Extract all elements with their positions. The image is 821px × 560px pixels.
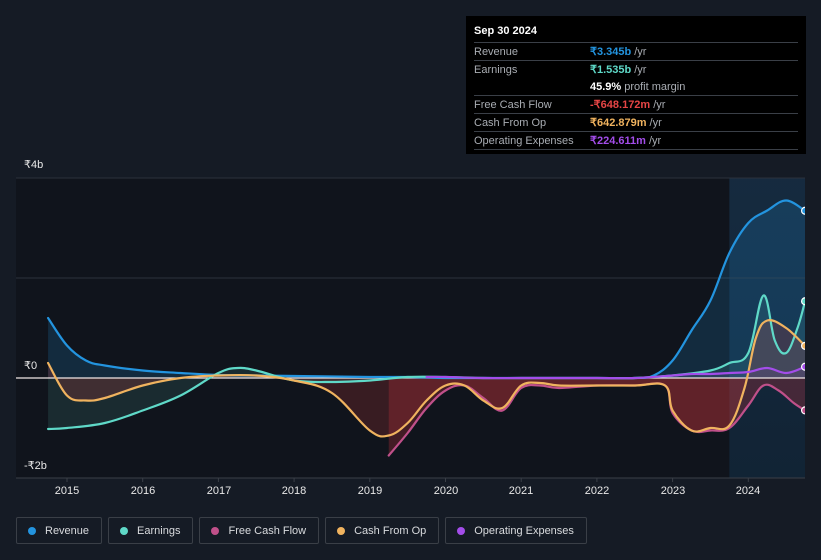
tooltip-unit: /yr xyxy=(653,98,666,111)
tooltip-date: Sep 30 2024 xyxy=(474,24,798,43)
legend-dot-icon xyxy=(120,526,129,535)
legend-dot-icon xyxy=(28,526,36,535)
tooltip-label: Operating Expenses xyxy=(474,134,574,147)
tooltip-row-profit-margin: 45.9% profit margin xyxy=(474,78,798,96)
x-tick-label: 2017 xyxy=(206,485,232,497)
legend-dot-icon xyxy=(457,526,466,535)
tooltip-row-operating-expenses: Operating Expenses ₹224.611m /yr xyxy=(474,132,798,150)
x-tick-label: 2021 xyxy=(508,485,534,497)
tooltip-row-revenue: Revenue ₹3.345b /yr xyxy=(474,43,798,61)
tooltip-row-free-cash-flow: Free Cash Flow -₹648.172m /yr xyxy=(474,96,798,114)
x-tick-label: 2019 xyxy=(357,485,383,497)
legend-label: Revenue xyxy=(45,524,90,537)
tooltip-label: Cash From Op xyxy=(474,116,547,129)
tooltip-unit: /yr xyxy=(649,116,662,129)
legend-label: Operating Expenses xyxy=(474,524,574,537)
legend-label: Earnings xyxy=(137,524,181,537)
tooltip-value: ₹224.611m xyxy=(590,135,646,147)
legend-item-free-cash-flow[interactable]: Free Cash Flow xyxy=(199,517,320,544)
tooltip-row-cash-from-op: Cash From Op ₹642.879m /yr xyxy=(474,114,798,132)
x-tick-label: 2015 xyxy=(54,485,80,497)
legend-item-operating-expenses[interactable]: Operating Expenses xyxy=(445,517,587,544)
tooltip-value: ₹642.879m xyxy=(590,117,647,129)
tooltip-value: ₹1.535b xyxy=(590,64,632,76)
legend-dot-icon xyxy=(337,526,346,535)
tooltip-value: -₹648.172m xyxy=(590,99,651,111)
x-tick-label: 2016 xyxy=(130,485,156,497)
legend: Revenue Earnings Free Cash Flow Cash Fro… xyxy=(16,517,587,544)
tooltip-unit: /yr xyxy=(634,45,647,58)
tooltip-unit: /yr xyxy=(648,134,662,147)
x-tick-label: 2020 xyxy=(433,485,459,497)
legend-dot-icon xyxy=(211,526,220,535)
plot-area xyxy=(16,178,805,478)
plot-right-margin xyxy=(805,176,821,480)
y-tick-label: -₹2b xyxy=(24,460,47,472)
x-tick-label: 2023 xyxy=(660,485,686,497)
x-tick-label: 2024 xyxy=(735,485,761,497)
tooltip-label: Revenue xyxy=(474,45,519,58)
tooltip-label: Earnings xyxy=(474,63,518,76)
legend-label: Free Cash Flow xyxy=(228,524,307,537)
legend-item-cash-from-op[interactable]: Cash From Op xyxy=(325,517,440,544)
tooltip-label: Free Cash Flow xyxy=(474,98,552,111)
legend-item-revenue[interactable]: Revenue xyxy=(16,517,103,544)
tooltip-row-earnings: Earnings ₹1.535b /yr xyxy=(474,61,798,78)
y-tick-label: ₹0 xyxy=(24,360,38,372)
tooltip-unit: profit margin xyxy=(624,80,686,93)
tooltip: Sep 30 2024 Revenue ₹3.345b /yr Earnings… xyxy=(466,16,806,154)
legend-item-earnings[interactable]: Earnings xyxy=(108,517,194,544)
tooltip-value: 45.9% xyxy=(590,80,622,93)
tooltip-value: ₹3.345b xyxy=(590,46,632,58)
tooltip-unit: /yr xyxy=(634,63,647,76)
x-tick-label: 2018 xyxy=(281,485,307,497)
y-tick-label: ₹4b xyxy=(24,159,44,171)
legend-label: Cash From Op xyxy=(354,524,427,537)
x-tick-label: 2022 xyxy=(584,485,610,497)
